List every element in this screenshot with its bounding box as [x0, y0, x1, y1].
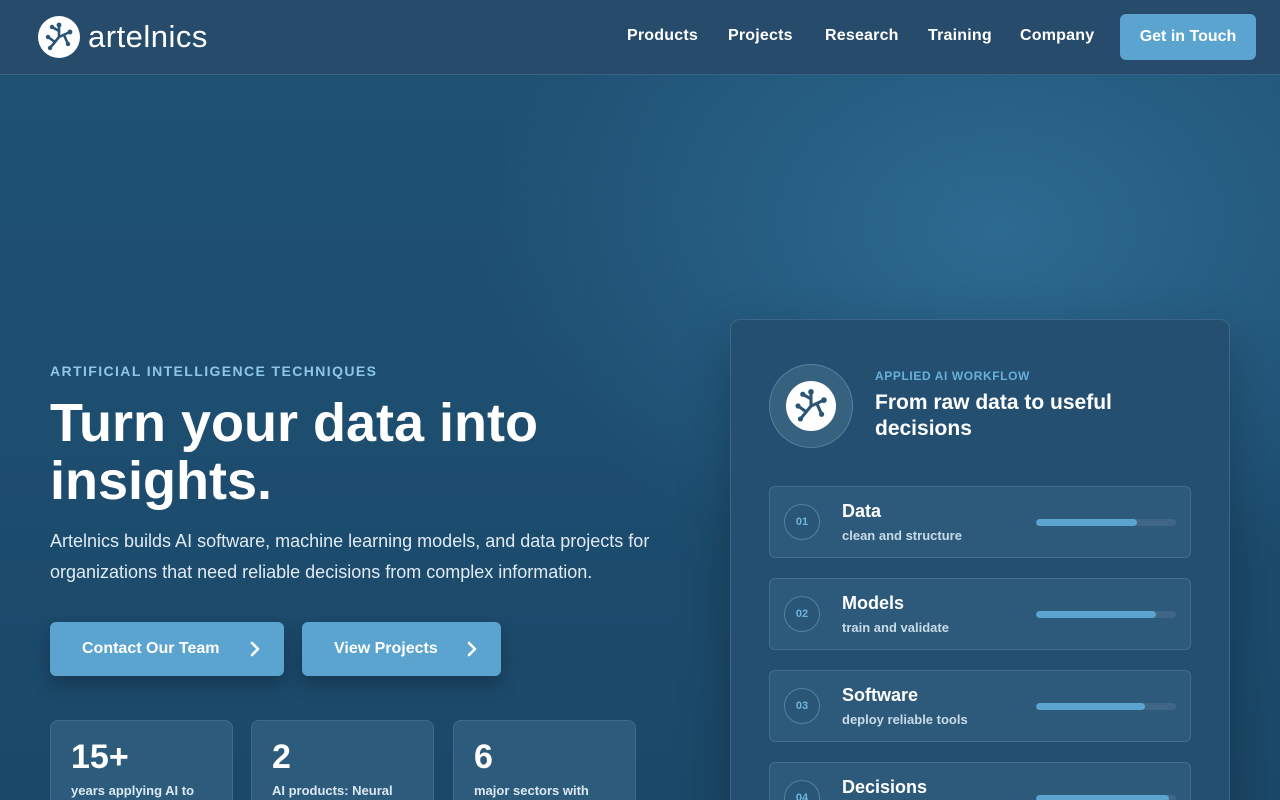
step-title: Software: [842, 685, 919, 705]
hero-headline: Turn your data into insights.: [50, 394, 610, 510]
step-subtitle: train and validate: [842, 620, 949, 635]
step-number: 04: [784, 780, 820, 800]
nav-projects[interactable]: Projects: [728, 27, 793, 45]
step-subtitle: deploy reliable tools: [842, 712, 968, 727]
step-progress-fill: [1036, 703, 1146, 710]
stat-description: major sectors with: [474, 783, 589, 798]
contact-team-label: Contact Our Team: [82, 640, 220, 657]
view-projects-button[interactable]: View Projects: [302, 622, 501, 676]
workflow-title: From raw data to useful decisions: [875, 391, 1112, 440]
stat-number: 2: [272, 738, 291, 776]
brand-name: artelnics: [88, 19, 208, 54]
workflow-step-data: 01 Data clean and structure: [769, 486, 1191, 558]
nav-training[interactable]: Training: [928, 27, 992, 45]
nav-products[interactable]: Products: [627, 27, 698, 45]
stat-card-products: 2 AI products: Neural: [251, 720, 434, 800]
step-progress-fill: [1036, 795, 1169, 800]
brand-logo[interactable]: artelnics: [38, 16, 208, 58]
headline-line-1: Turn your data into: [50, 393, 538, 453]
network-tree-icon: [786, 381, 836, 431]
stat-card-sectors: 6 major sectors with: [453, 720, 636, 800]
hero-eyebrow: ARTIFICIAL INTELLIGENCE TECHNIQUES: [50, 363, 378, 379]
stat-description: AI products: Neural: [272, 783, 393, 798]
stat-card-years: 15+ years applying AI to: [50, 720, 233, 800]
step-progress-bar: [1036, 703, 1176, 710]
workflow-eyebrow: APPLIED AI WORKFLOW: [875, 369, 1030, 383]
nav-research[interactable]: Research: [825, 27, 899, 45]
step-progress-fill: [1036, 611, 1157, 618]
workflow-badge: [769, 364, 853, 448]
step-progress-fill: [1036, 519, 1137, 526]
workflow-step-software: 03 Software deploy reliable tools: [769, 670, 1191, 742]
workflow-panel: APPLIED AI WORKFLOW From raw data to use…: [730, 319, 1230, 800]
get-in-touch-button[interactable]: Get in Touch: [1120, 14, 1256, 60]
step-number: 01: [784, 504, 820, 540]
chevron-right-icon: [250, 641, 260, 657]
step-progress-bar: [1036, 611, 1176, 618]
stat-description: years applying AI to: [71, 783, 195, 798]
step-subtitle: clean and structure: [842, 528, 962, 543]
nav-company[interactable]: Company: [1020, 27, 1094, 45]
step-title: Models: [842, 593, 905, 613]
step-number: 03: [784, 688, 820, 724]
step-number: 02: [784, 596, 820, 632]
headline-line-2: insights.: [50, 451, 273, 511]
workflow-step-models: 02 Models train and validate: [769, 578, 1191, 650]
step-title: Data: [842, 501, 882, 521]
network-tree-icon: [38, 16, 80, 58]
step-title: Decisions: [842, 777, 928, 797]
site-header: artelnics Products Projects Research Tra…: [0, 0, 1280, 75]
hero-description: Artelnics builds AI software, machine le…: [50, 531, 650, 582]
step-progress-bar: [1036, 795, 1176, 800]
chevron-right-icon: [467, 641, 477, 657]
workflow-step-decisions: 04 Decisions: [769, 762, 1191, 800]
contact-team-button[interactable]: Contact Our Team: [50, 622, 284, 676]
step-progress-bar: [1036, 519, 1176, 526]
view-projects-label: View Projects: [334, 640, 438, 657]
stat-number: 15+: [71, 738, 129, 776]
stat-number: 6: [474, 738, 493, 776]
